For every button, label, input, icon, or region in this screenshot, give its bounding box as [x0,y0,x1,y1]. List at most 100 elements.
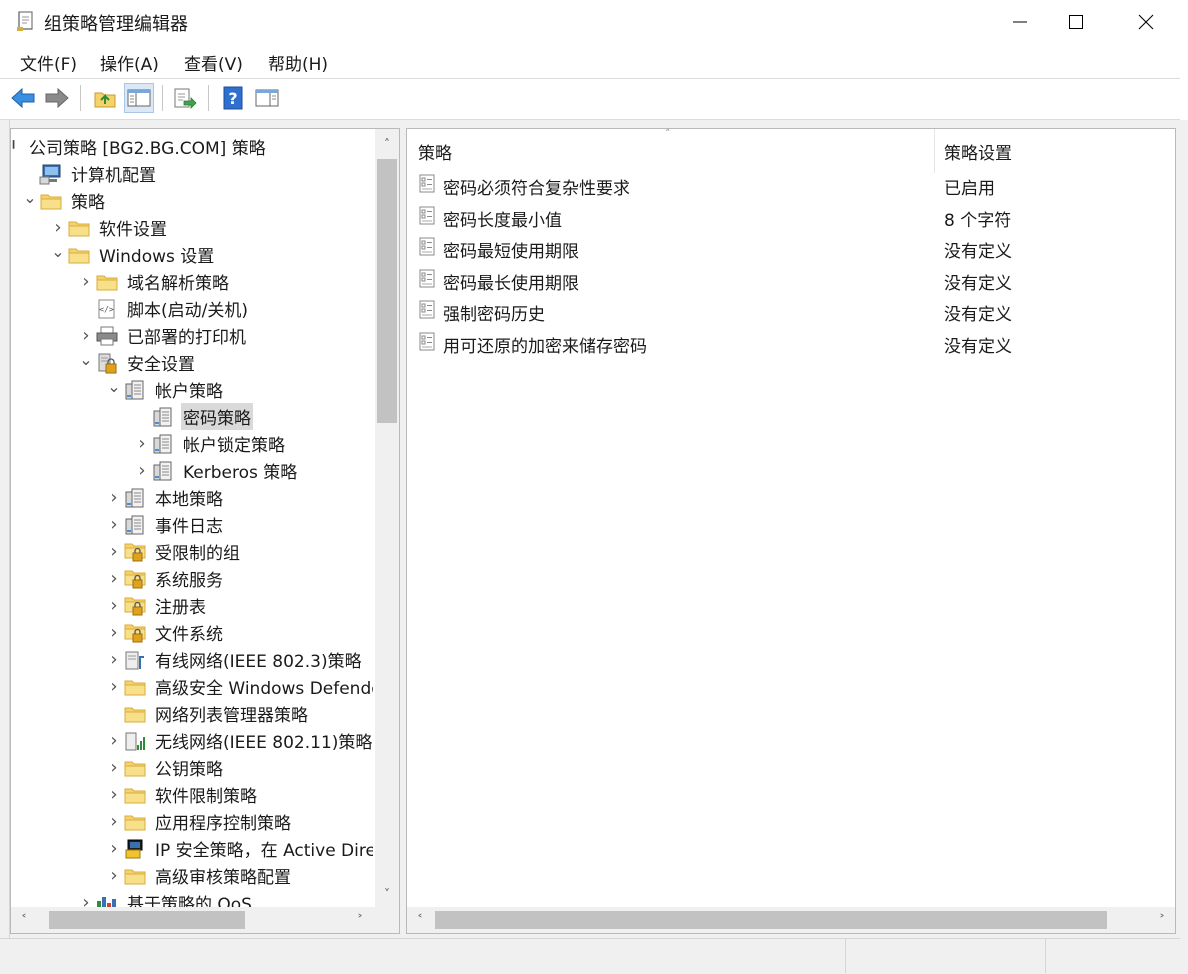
tree-node[interactable]: ⌄ 安全设置 [77,349,197,376]
tree-node[interactable]: › 受限制的组 [105,538,242,565]
expand-chevron-icon[interactable]: › [77,889,95,909]
tree-node[interactable]: › 域名解析策略 [77,268,231,295]
menu-action[interactable]: 操作(A) [100,50,159,75]
tree-node[interactable]: › 应用程序控制策略 [105,808,293,835]
expand-chevron-icon[interactable]: › [133,430,151,457]
tree-node[interactable]: › 已部署的打印机 [77,322,248,349]
back-button[interactable] [8,83,38,113]
folder-icon [123,673,147,700]
policy-row[interactable]: 密码长度最小值 8 个字符 [407,201,1175,232]
tree-node[interactable]: 密码策略 [133,403,253,430]
expand-chevron-icon[interactable]: › [105,673,123,700]
expand-chevron-icon[interactable]: › [105,754,123,781]
policy-row[interactable]: 密码最长使用期限 没有定义 [407,264,1175,295]
wireless-network-icon [123,727,147,754]
menu-view[interactable]: 查看(V) [184,50,243,75]
expand-chevron-icon[interactable]: › [49,214,67,241]
tree-node[interactable]: › 注册表 [105,592,208,619]
expand-chevron-icon[interactable]: › [105,835,123,862]
expand-chevron-icon[interactable]: › [105,484,123,511]
tree-node[interactable]: › 高级安全 Windows Defender [105,673,373,700]
tree-node[interactable]: 网络列表管理器策略 [105,700,310,727]
expand-chevron-icon[interactable]: › [133,457,151,484]
help-icon: ? [223,86,243,110]
close-button[interactable] [1118,0,1174,44]
expand-chevron-icon[interactable]: › [105,565,123,592]
maximize-button[interactable] [1048,0,1104,44]
tree-node[interactable]: 公司策略 [BG2.BG.COM] 策略 [11,133,268,160]
collapse-chevron-icon[interactable]: ⌄ [21,184,39,211]
expand-chevron-icon[interactable]: › [105,619,123,646]
tree-node[interactable]: › 文件系统 [105,619,225,646]
tree-node[interactable]: ⌄ 帐户策略 [105,376,225,403]
expand-chevron-icon[interactable]: › [105,511,123,538]
show-action-pane-button[interactable] [252,83,282,113]
console-tree-icon [127,89,151,107]
column-header-policy[interactable]: 策略 [418,139,452,164]
tree-node[interactable]: › 事件日志 [105,511,225,538]
tree-node[interactable]: › 软件限制策略 [105,781,259,808]
tree-vertical-scrollbar[interactable]: ˄ ˅ [375,129,399,907]
tree-node-label: 软件设置 [99,220,167,240]
tree-node[interactable]: › 有线网络(IEEE 802.3)策略 [105,646,364,673]
scroll-up-arrow-icon[interactable]: ˄ [375,129,399,159]
console-tree-pane[interactable]: 公司策略 [BG2.BG.COM] 策略 计算机配置 ⌄ 策略 › 软件设置 ⌄ Window… [10,128,400,934]
policy-setting: 没有定义 [944,273,1012,294]
tree-node[interactable]: › 公钥策略 [105,754,225,781]
tree-node[interactable]: › 软件设置 [49,214,169,241]
collapse-chevron-icon[interactable]: ⌄ [77,346,95,373]
policy-row[interactable]: 用可还原的加密来储存密码 没有定义 [407,327,1175,358]
tree-scroll-thumb[interactable] [377,159,397,423]
title-bar: 组策略管理编辑器 [0,0,1188,44]
scroll-down-arrow-icon[interactable]: ˅ [375,881,399,907]
expand-chevron-icon[interactable]: › [105,862,123,889]
expand-chevron-icon[interactable]: › [105,808,123,835]
policy-row[interactable]: 密码最短使用期限 没有定义 [407,232,1175,263]
column-divider[interactable] [934,129,935,173]
menu-help[interactable]: 帮助(H) [268,50,328,75]
tree-node[interactable]: › IP 安全策略，在 Active Directory [105,835,373,862]
minimize-button[interactable] [992,0,1048,44]
up-level-button[interactable] [90,83,120,113]
scroll-left-arrow-icon[interactable]: ˂ [11,907,37,933]
tree-node[interactable]: ⌄ 策略 [21,187,107,214]
menu-file[interactable]: 文件(F) [20,50,77,75]
column-header-setting[interactable]: 策略设置 [944,139,1012,164]
tree-node[interactable]: ⌄ Windows 设置 [49,241,216,268]
expand-chevron-icon[interactable]: › [105,538,123,565]
details-pane[interactable]: ˄ 策略 策略设置 密码必须符合复杂性要求 已启用 密码长度最小值 8 个字符 密码最短… [406,128,1176,934]
tree-node[interactable]: › 无线网络(IEEE 802.11)策略 [105,727,373,754]
show-hide-console-tree-button[interactable] [124,83,154,113]
tree-node[interactable]: › 系统服务 [105,565,225,592]
scroll-right-arrow-icon[interactable]: ˃ [1149,907,1175,933]
tree-node[interactable]: › 本地策略 [105,484,225,511]
help-button[interactable]: ? [218,83,248,113]
expand-chevron-icon[interactable]: › [105,727,123,754]
script-icon: </> [95,295,119,322]
tree-node[interactable]: › 基于策略的 QoS [77,889,254,909]
collapse-chevron-icon[interactable]: ⌄ [105,373,123,400]
policy-row[interactable]: 强制密码历史 没有定义 [407,295,1175,326]
tree-node[interactable]: › Kerberos 策略 [133,457,299,484]
expand-chevron-icon[interactable]: › [105,592,123,619]
tree-node[interactable]: › 帐户锁定策略 [133,430,287,457]
collapse-chevron-icon[interactable]: ⌄ [49,238,67,265]
tree-horizontal-scrollbar[interactable]: ˂ ˃ [11,907,399,933]
forward-button[interactable] [42,83,72,113]
list-hscroll-thumb[interactable] [435,911,1107,929]
tree-node-label: 本地策略 [155,490,223,510]
list-horizontal-scrollbar[interactable]: ˂ ˃ [407,907,1175,933]
expand-chevron-icon[interactable]: › [105,646,123,673]
tree-node[interactable]: 计算机配置 [21,160,158,187]
scroll-right-arrow-icon[interactable]: ˃ [347,907,373,933]
scroll-left-arrow-icon[interactable]: ˂ [407,907,433,933]
expand-chevron-icon[interactable]: › [77,268,95,295]
tree-hscroll-thumb[interactable] [49,911,245,929]
tree-node-label: 软件限制策略 [155,787,257,807]
policy-row[interactable]: 密码必须符合复杂性要求 已启用 [407,169,1175,200]
expand-chevron-icon[interactable]: › [105,781,123,808]
tree-node[interactable]: › 高级审核策略配置 [105,862,293,889]
tree-node[interactable]: </> 脚本(启动/关机) [77,295,250,322]
expand-chevron-icon[interactable]: › [77,322,95,349]
export-list-button[interactable] [170,83,200,113]
